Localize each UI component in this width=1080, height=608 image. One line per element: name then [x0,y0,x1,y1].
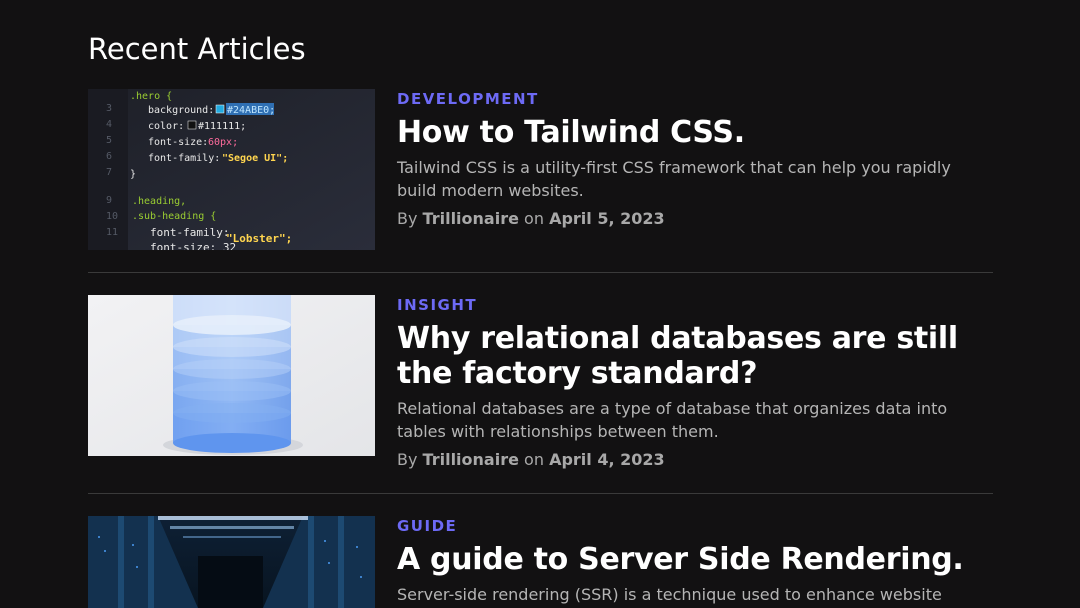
svg-text:4: 4 [106,119,112,130]
code-line: font-family: [148,153,220,164]
article-category[interactable]: GUIDE [397,516,993,536]
svg-text:9: 9 [106,195,112,206]
article-excerpt: Tailwind CSS is a utility-first CSS fram… [397,158,951,200]
article-date: April 4, 2023 [549,450,665,469]
article-author[interactable]: Trillionaire [423,209,519,228]
svg-text:3: 3 [106,103,112,114]
svg-text:10: 10 [106,211,118,222]
code-value: #24ABE0; [227,105,275,116]
article-category[interactable]: DEVELOPMENT [397,89,993,109]
by-label: By [397,450,418,469]
code-line: .heading, [132,196,186,207]
on-label: on [524,450,544,469]
code-value: "Segoe UI"; [222,153,288,164]
article-content: GUIDE A guide to Server Side Rendering. … [397,516,993,606]
code-line: color: [148,121,184,132]
article-date: April 5, 2023 [549,209,665,228]
divider [88,272,993,273]
code-value: #111111; [198,121,246,132]
svg-text:11: 11 [106,227,118,238]
article-content: INSIGHT Why relational databases are sti… [397,295,993,471]
article-excerpt: Server-side rendering (SSR) is a techniq… [397,585,942,604]
code-line: font-family: [150,226,229,239]
article-title[interactable]: Why relational databases are still the f… [397,321,993,391]
article-thumbnail-server-room[interactable] [88,516,375,608]
svg-text:7: 7 [106,167,112,178]
article-meta: By Trillionaire on April 5, 2023 [397,208,993,230]
by-label: By [397,209,418,228]
recent-articles-section: Recent Articles [88,30,993,68]
article-content: DEVELOPMENT How to Tailwind CSS. Tailwin… [397,89,993,230]
article-title[interactable]: A guide to Server Side Rendering. [397,542,993,577]
article-thumbnail-database[interactable] [88,295,375,456]
divider [88,493,993,494]
svg-text:6: 6 [106,151,112,162]
code-line: .sub-heading { [132,211,216,222]
article-meta: By Trillionaire on April 4, 2023 [397,449,993,471]
article-category[interactable]: INSIGHT [397,295,993,315]
code-line: .hero { [130,91,172,102]
on-label: on [524,209,544,228]
code-line: background: [148,105,214,116]
article-author[interactable]: Trillionaire [423,450,519,469]
svg-text:5: 5 [106,135,112,146]
article-excerpt: Relational databases are a type of datab… [397,399,948,441]
article-title[interactable]: How to Tailwind CSS. [397,115,993,150]
code-line: } [130,169,136,180]
code-line: font-size: 32 [150,241,236,250]
code-line: font-size: [148,137,208,148]
article-thumbnail-code[interactable]: 3 4 5 6 7 9 10 11 .hero { background: #2… [88,89,375,250]
section-title: Recent Articles [88,32,306,66]
code-value: 60px; [208,137,238,148]
